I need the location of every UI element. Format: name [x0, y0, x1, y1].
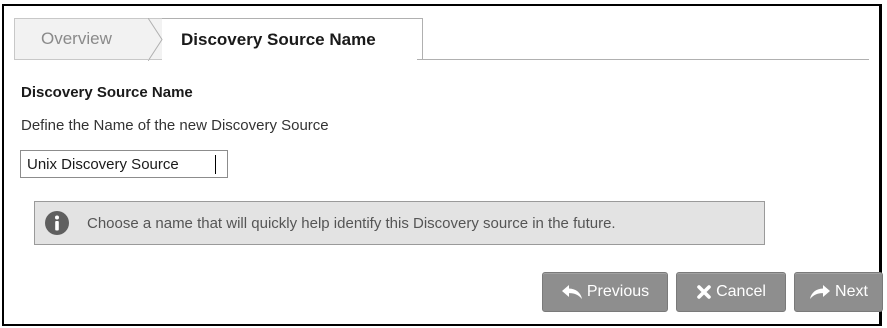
tab-active-label: Discovery Source Name — [181, 29, 376, 49]
chevron-right-icon — [148, 18, 163, 61]
section-description: Define the Name of the new Discovery Sou… — [21, 117, 329, 134]
reply-arrow-icon — [561, 284, 583, 300]
tab-overview[interactable]: Overview — [14, 18, 163, 61]
cancel-button[interactable]: Cancel — [676, 272, 786, 312]
cancel-button-label: Cancel — [716, 283, 766, 300]
previous-button[interactable]: Previous — [542, 272, 668, 312]
info-message-text: Choose a name that will quickly help ide… — [87, 214, 616, 232]
share-arrow-icon — [809, 284, 831, 300]
text-caret — [215, 155, 216, 174]
section-title: Discovery Source Name — [21, 84, 193, 101]
discovery-source-name-input[interactable] — [20, 150, 228, 178]
info-icon — [45, 211, 69, 235]
info-message: Choose a name that will quickly help ide… — [34, 201, 765, 245]
wizard-panel: Overview Discovery Source Name Discovery… — [2, 4, 883, 326]
next-button[interactable]: Next — [794, 272, 883, 312]
previous-button-label: Previous — [586, 283, 650, 300]
tab-discovery-source-name[interactable]: Discovery Source Name — [161, 18, 423, 60]
next-button-label: Next — [835, 283, 868, 300]
tab-overview-label: Overview — [41, 29, 112, 48]
wizard-tabs: Overview Discovery Source Name — [14, 18, 423, 62]
close-icon — [696, 284, 712, 300]
